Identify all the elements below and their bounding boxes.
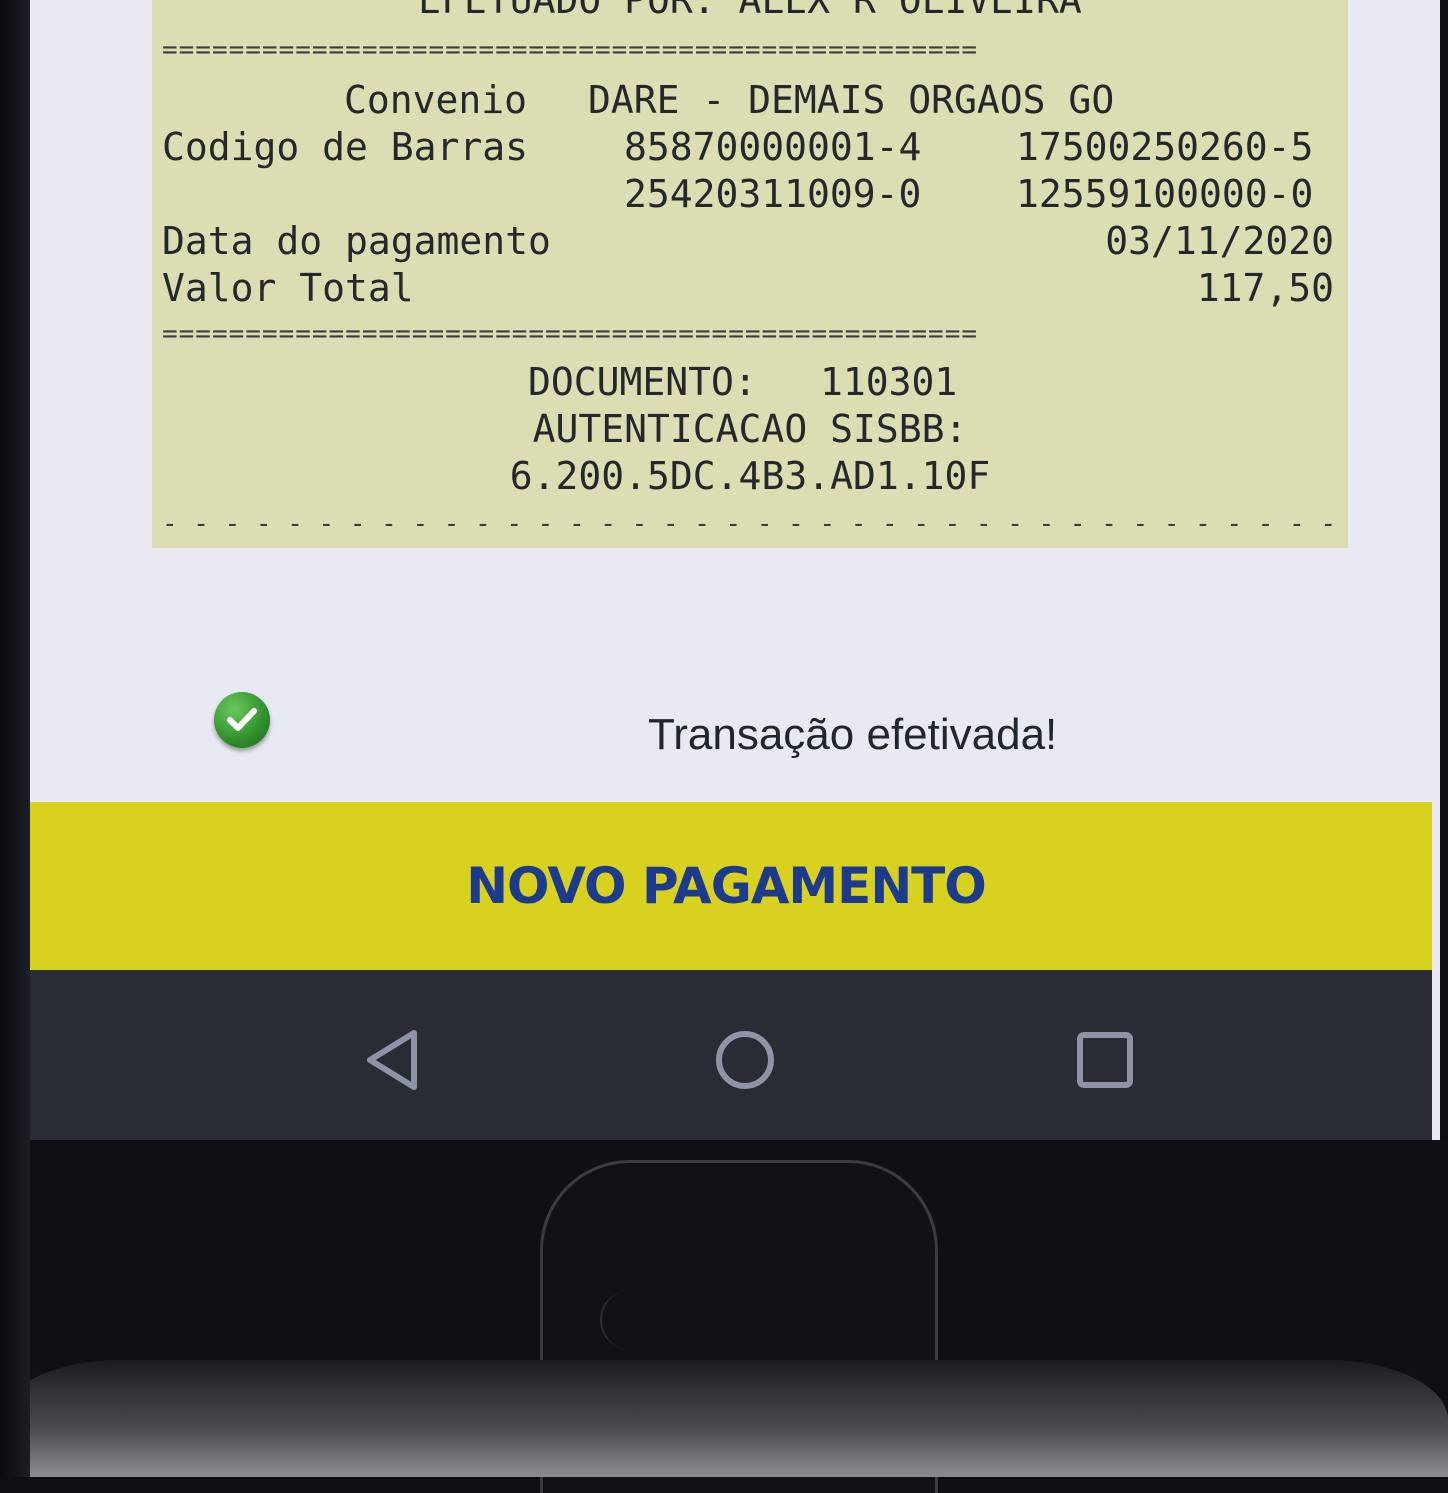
android-nav-bar (20, 970, 1432, 1140)
check-circle-icon (214, 692, 270, 748)
document-label: DOCUMENTO: (528, 360, 757, 404)
transaction-status: Transação efetivada! (8, 680, 1440, 790)
total-value: 117,50 (1196, 266, 1334, 310)
barcode-part-2: 17500250260-5 (1016, 125, 1314, 169)
total-label: Valor Total (162, 266, 414, 310)
barcode-part-3: 25420311009-0 (624, 172, 922, 216)
home-circle-icon[interactable] (710, 1025, 780, 1095)
convenio-value: DARE - DEMAIS ORGAOS GO (588, 78, 1115, 122)
payment-date-value: 03/11/2020 (1105, 219, 1334, 263)
receipt-separator-middle: ========================================… (162, 326, 979, 342)
convenio-label: Convenio (344, 78, 528, 122)
phone-bottom-rim (0, 1360, 1448, 1477)
new-payment-button[interactable]: NOVO PAGAMENTO (20, 802, 1432, 970)
authentication-value: 6.200.5DC.4B3.AD1.10F (509, 454, 991, 498)
payment-date-label: Data do pagamento (162, 219, 551, 263)
receipt-top-line: EFETUADO POR: ALEX R OLIVEIRA (418, 0, 1082, 22)
receipt-separator-top: ========================================… (162, 42, 979, 58)
authentication-label: AUTENTICACAO SISBB: (532, 407, 968, 451)
barcode-part-1: 85870000001-4 (624, 125, 922, 169)
barcode-label: Codigo de Barras (162, 125, 529, 169)
back-triangle-icon[interactable] (360, 1025, 430, 1095)
status-message: Transação efetivada! (648, 710, 1058, 759)
payment-receipt: EFETUADO POR: ALEX R OLIVEIRA ==========… (152, 0, 1348, 548)
home-key-reflection (600, 1290, 662, 1350)
new-payment-label: NOVO PAGAMENTO (466, 857, 987, 915)
phone-left-edge (0, 0, 30, 1477)
barcode-part-4: 12559100000-0 (1016, 172, 1314, 216)
receipt-separator-bottom: - - - - - - - - - - - - - - - - - - - - … (162, 516, 1336, 532)
document-value: 110301 (820, 360, 958, 404)
recents-square-icon[interactable] (1070, 1025, 1140, 1095)
